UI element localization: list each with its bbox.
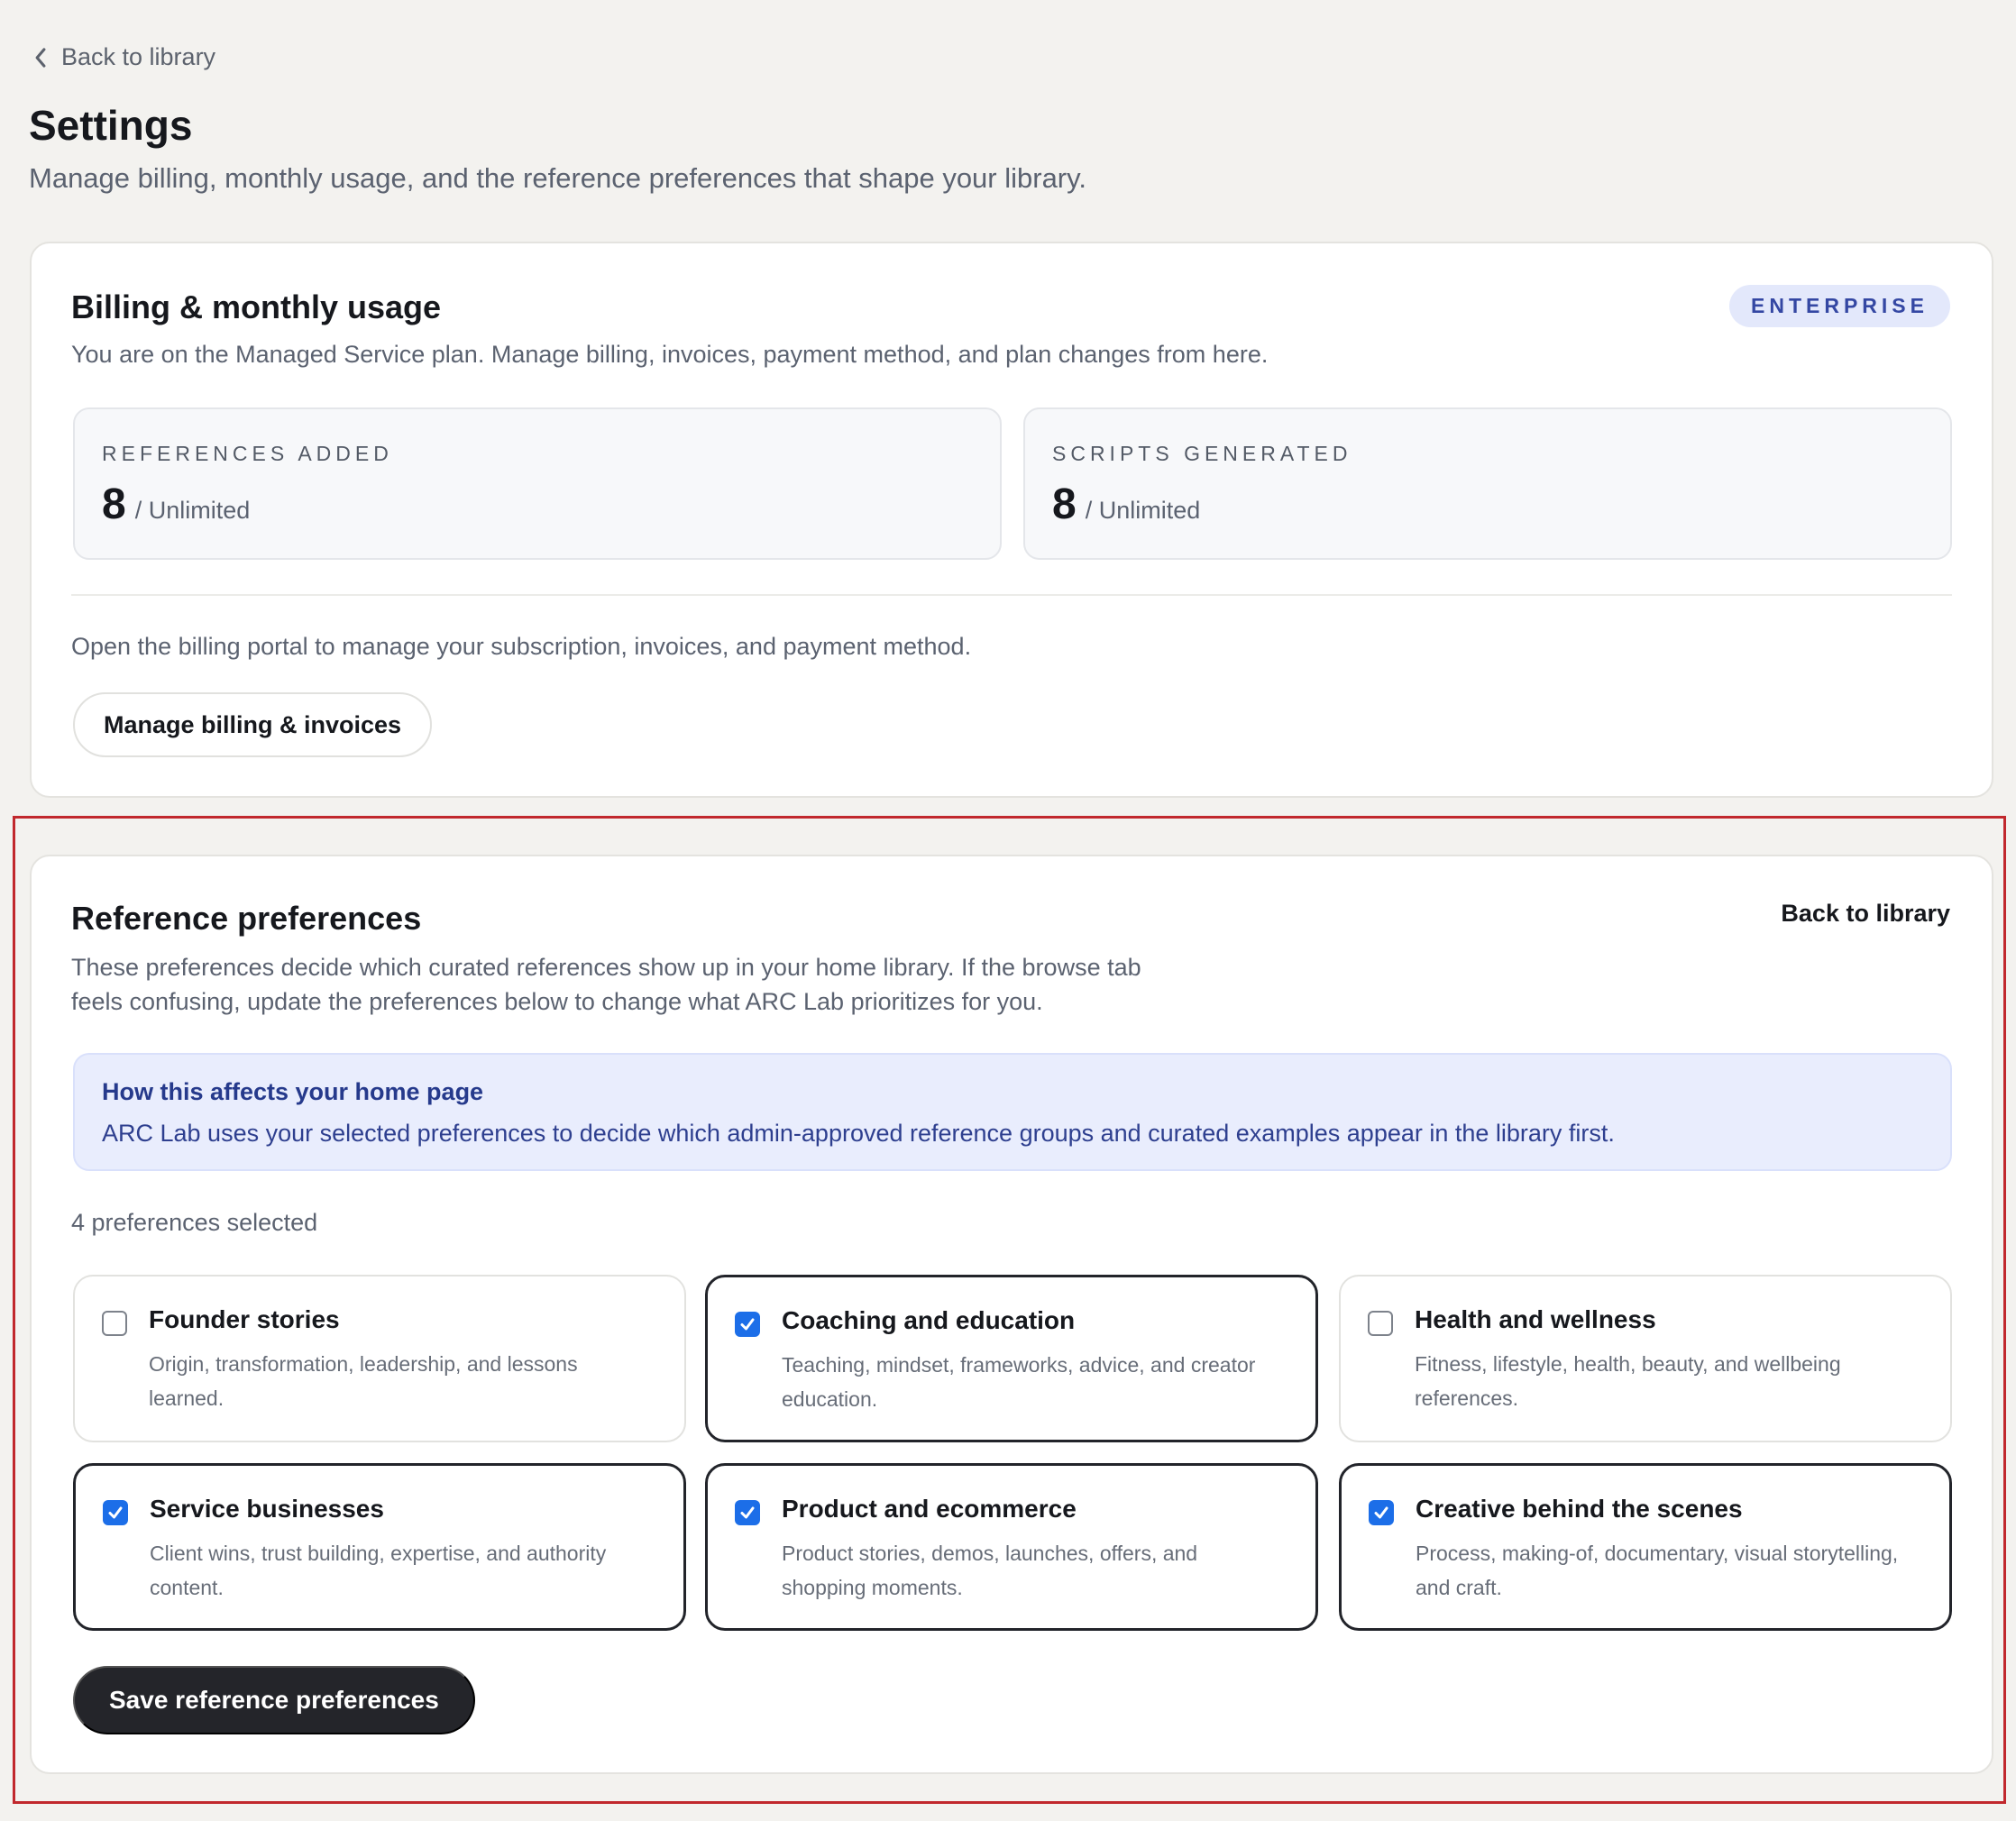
stat-value: 8 — [1052, 480, 1077, 528]
section-divider — [71, 594, 1952, 596]
reference-preferences-card: Reference preferences Back to library Th… — [30, 855, 1993, 1774]
home-page-info-box: How this affects your home page ARC Lab … — [73, 1053, 1952, 1171]
preference-description: Origin, transformation, leadership, and … — [149, 1352, 578, 1410]
preference-title: Coaching and education — [782, 1306, 1076, 1334]
stat-label: SCRIPTS GENERATED — [1052, 442, 1352, 465]
info-title: How this affects your home page — [102, 1078, 484, 1105]
preference-title: Health and wellness — [1415, 1305, 1656, 1333]
preference-description: Product stories, demos, launches, offers… — [782, 1542, 1198, 1599]
checkbox[interactable] — [735, 1312, 760, 1337]
page-title: Settings — [29, 102, 193, 149]
preference-description: Process, making-of, documentary, visual … — [1416, 1542, 1899, 1599]
checkbox[interactable] — [1369, 1500, 1394, 1525]
preference-title: Product and ecommerce — [782, 1495, 1077, 1523]
billing-portal-text: Open the billing portal to manage your s… — [71, 633, 972, 660]
preference-option-service-businesses[interactable]: Service businesses Client wins, trust bu… — [73, 1463, 686, 1631]
back-link-label: Back to library — [61, 43, 216, 70]
stat-value: 8 — [102, 480, 126, 528]
preference-title: Founder stories — [149, 1305, 340, 1333]
checkmark-icon — [740, 1506, 755, 1519]
stat-limit: / Unlimited — [1085, 497, 1201, 524]
back-to-library-link[interactable]: Back to library — [32, 43, 215, 71]
preference-description: Client wins, trust building, expertise, … — [150, 1542, 607, 1599]
billing-card: Billing & monthly usage ENTERPRISE You a… — [30, 242, 1993, 798]
save-preferences-button[interactable]: Save reference preferences — [73, 1666, 475, 1734]
preference-title: Service businesses — [150, 1495, 384, 1523]
preferences-title: Reference preferences — [71, 900, 422, 937]
checkmark-icon — [740, 1318, 755, 1331]
back-to-library-text-link[interactable]: Back to library — [1781, 900, 1950, 928]
preferences-description-line-1: These preferences decide which curated r… — [71, 954, 1141, 981]
preference-title: Creative behind the scenes — [1416, 1495, 1743, 1523]
checkmark-icon — [108, 1506, 123, 1519]
checkbox[interactable] — [1368, 1311, 1393, 1336]
scripts-generated-stat: SCRIPTS GENERATED 8 / Unlimited — [1023, 407, 1952, 560]
selected-count: 4 preferences selected — [71, 1209, 318, 1236]
preferences-description-line-2: feels confusing, update the preferences … — [71, 988, 1043, 1015]
preference-option-creative-behind-the-scenes[interactable]: Creative behind the scenes Process, maki… — [1339, 1463, 1952, 1631]
stat-limit: / Unlimited — [134, 497, 251, 524]
stat-label: REFERENCES ADDED — [102, 442, 393, 465]
manage-billing-button[interactable]: Manage billing & invoices — [73, 692, 433, 757]
checkbox[interactable] — [735, 1500, 760, 1525]
chevron-left-icon — [35, 47, 46, 68]
checkbox[interactable] — [102, 1311, 127, 1336]
info-body: ARC Lab uses your selected preferences t… — [102, 1120, 1615, 1147]
checkmark-icon — [1374, 1506, 1388, 1519]
billing-title: Billing & monthly usage — [71, 288, 442, 325]
checkbox[interactable] — [103, 1500, 128, 1525]
preference-option-coaching-and-education[interactable]: Coaching and education Teaching, mindset… — [705, 1275, 1318, 1442]
billing-description: You are on the Managed Service plan. Man… — [71, 341, 1269, 368]
page-subtitle: Manage billing, monthly usage, and the r… — [29, 162, 1086, 194]
preference-description: Teaching, mindset, frameworks, advice, a… — [782, 1353, 1256, 1411]
preference-option-product-and-ecommerce[interactable]: Product and ecommerce Product stories, d… — [705, 1463, 1318, 1631]
preference-option-health-and-wellness[interactable]: Health and wellness Fitness, lifestyle, … — [1339, 1275, 1952, 1442]
preference-option-founder-stories[interactable]: Founder stories Origin, transformation, … — [73, 1275, 686, 1442]
plan-badge: ENTERPRISE — [1729, 285, 1950, 327]
preference-description: Fitness, lifestyle, health, beauty, and … — [1415, 1352, 1841, 1410]
references-added-stat: REFERENCES ADDED 8 / Unlimited — [73, 407, 1002, 560]
